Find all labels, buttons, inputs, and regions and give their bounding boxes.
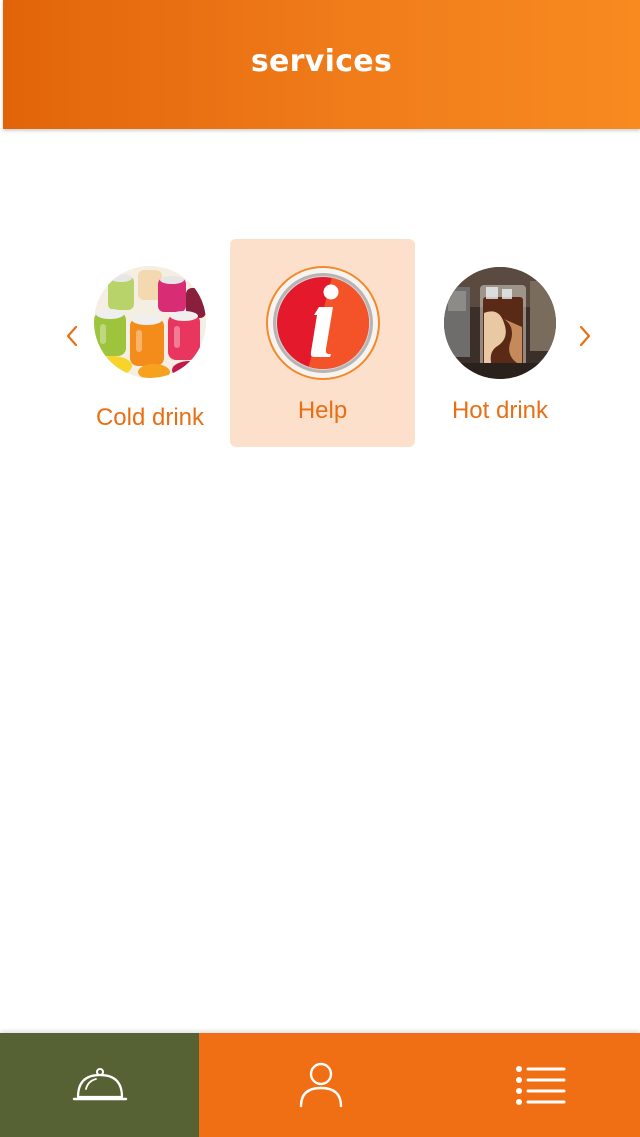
chevron-right-icon [579,325,591,347]
carousel-next-button[interactable] [573,320,597,352]
page-title: services [250,44,393,79]
service-label-hot-drink: Hot drink [451,397,549,424]
service-card-help[interactable]: Help [230,239,415,447]
nav-services-tab[interactable] [0,1033,199,1137]
cold-drink-image [94,266,206,378]
service-label-cold-drink: Cold drink [95,404,205,431]
cloche-icon [72,1068,127,1101]
nav-menu-tab[interactable] [442,1033,640,1137]
service-card-hot-drink[interactable]: Hot drink [422,267,578,425]
service-card-cold-drink[interactable]: Cold drink [70,266,230,432]
services-screen: services Cold drink Help Hot drink [0,0,640,1137]
info-icon [265,265,381,381]
nav-profile-tab[interactable] [199,1033,442,1137]
user-icon [299,1062,342,1108]
service-label-help: Help [297,397,348,424]
list-menu-icon [516,1066,566,1105]
app-header: services [3,0,640,129]
bottom-navigation [0,1033,640,1137]
hot-drink-image [444,267,556,379]
